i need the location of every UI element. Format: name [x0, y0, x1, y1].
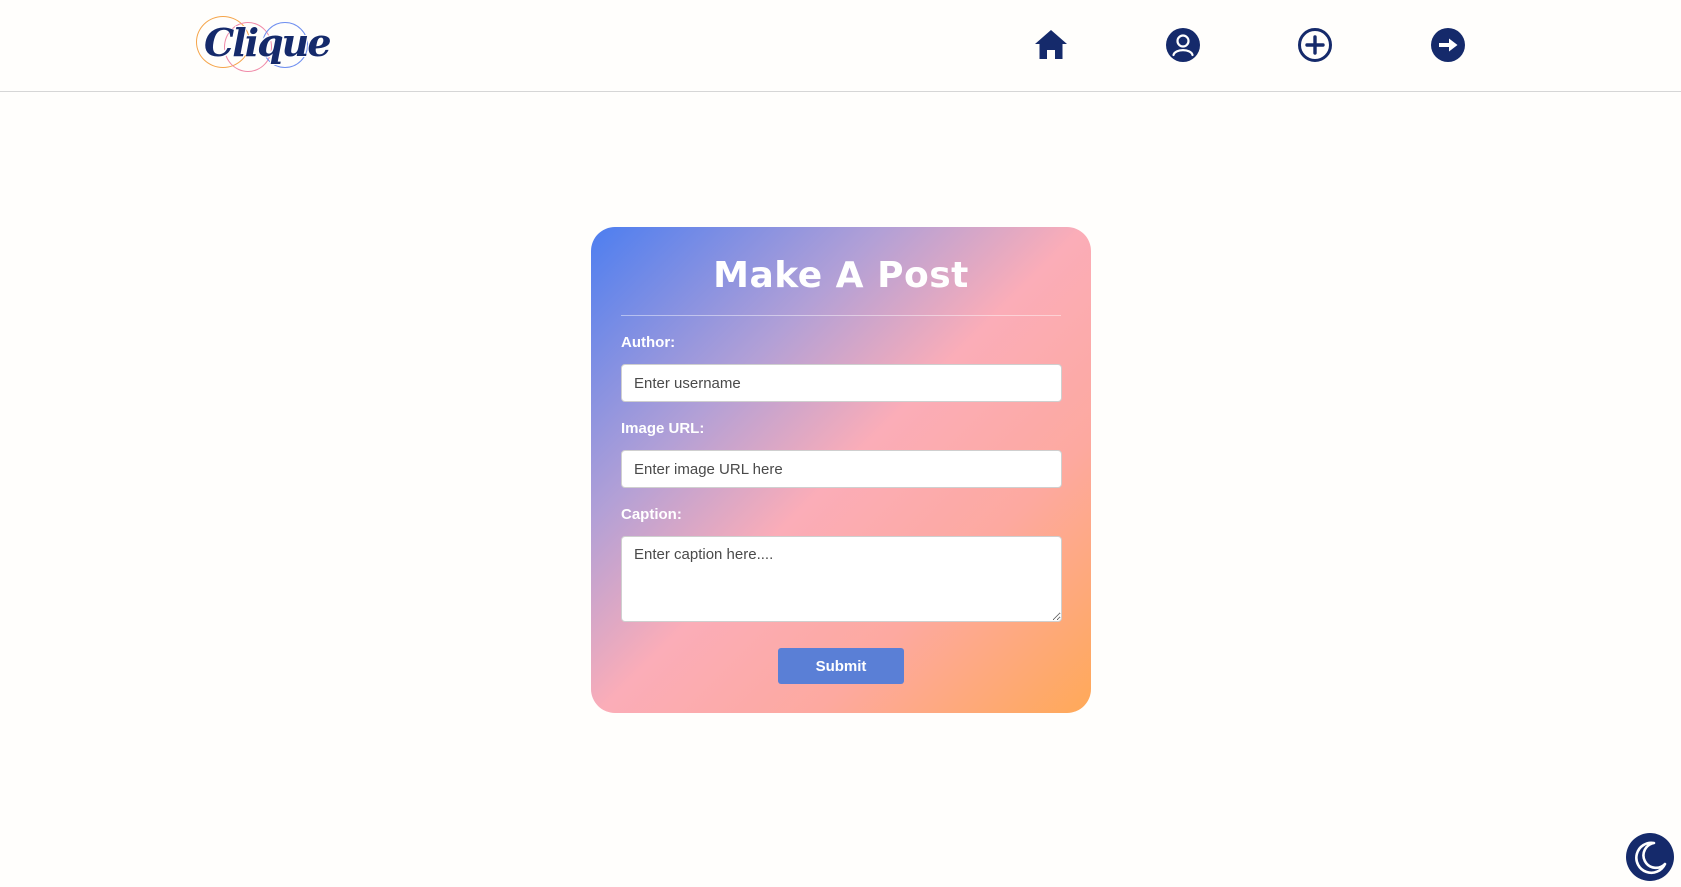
make-post-form: Make A Post Author: Image URL: Caption: … — [591, 227, 1091, 713]
form-title: Make A Post — [713, 255, 969, 296]
theme-toggle-button[interactable] — [1626, 833, 1674, 881]
top-navbar: Clique — [0, 0, 1681, 92]
image-url-input[interactable] — [621, 450, 1062, 488]
home-icon[interactable] — [1033, 27, 1069, 63]
profile-icon[interactable] — [1165, 27, 1201, 63]
title-divider — [621, 315, 1061, 316]
clique-logo[interactable]: Clique — [194, 14, 331, 72]
author-label: Author: — [621, 334, 676, 351]
logo-text: Clique — [204, 20, 331, 65]
author-input[interactable] — [621, 364, 1062, 402]
image-url-label: Image URL: — [621, 420, 705, 437]
moon-icon — [1635, 841, 1667, 875]
submit-button[interactable]: Submit — [778, 648, 904, 684]
caption-textarea[interactable] — [621, 536, 1062, 622]
add-post-icon[interactable] — [1297, 27, 1333, 63]
logout-icon[interactable] — [1430, 27, 1466, 63]
caption-label: Caption: — [621, 506, 682, 523]
